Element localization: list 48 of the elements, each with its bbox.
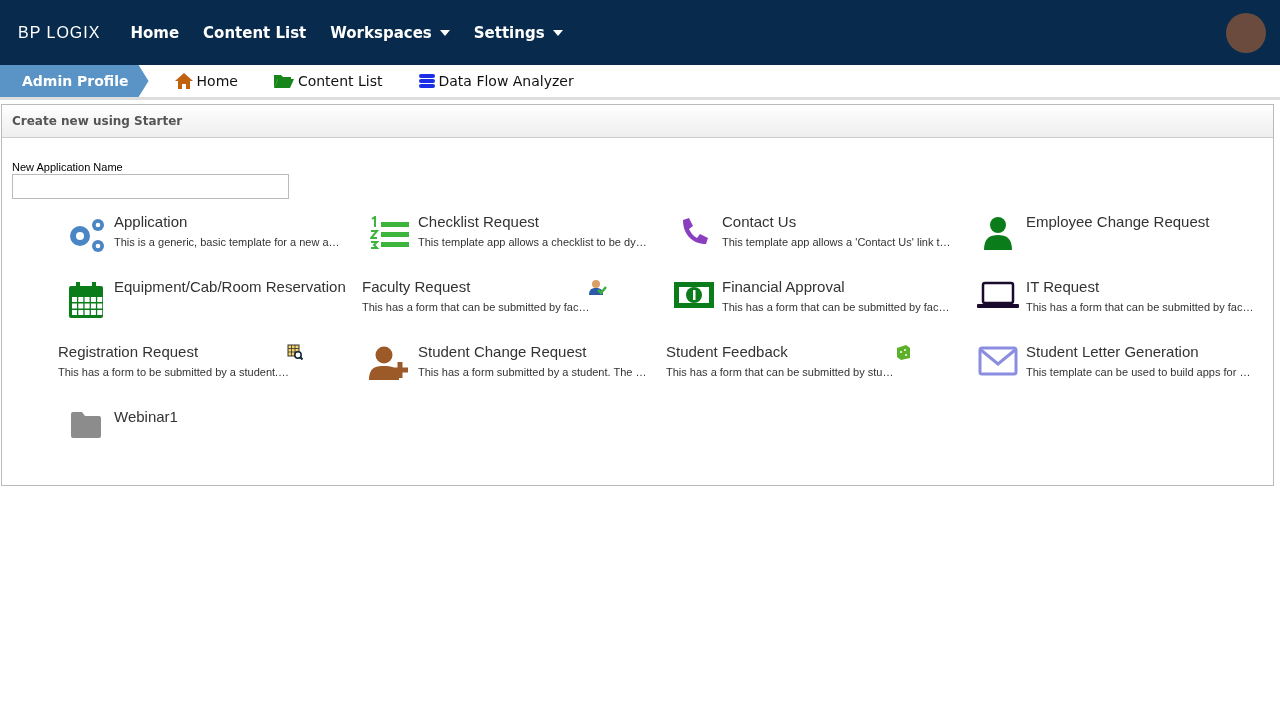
starter-description: This has a form that can be submitted by fac… [1026, 301, 1254, 313]
starter-description: This template app allows a 'Contact Us' link t… [722, 236, 951, 248]
starter-title[interactable]: Registration Request [58, 343, 199, 360]
laptop-icon [977, 281, 1019, 309]
starter-title[interactable]: Application [114, 213, 340, 230]
dice-icon [895, 343, 911, 360]
starter-description: This template app allows a checklist to be dy… [418, 236, 647, 248]
starter-title[interactable]: Contact Us [722, 213, 951, 230]
field-label: New Application Name [12, 161, 124, 173]
starter-title[interactable]: Checklist Request [418, 213, 647, 230]
home-icon [174, 73, 193, 89]
starter-description: This has a form to be submitted by a student.… [58, 366, 291, 378]
breadcrumb-link[interactable]: Content List [273, 73, 383, 89]
caret-icon [552, 29, 563, 36]
starter-description: This has a form submitted by a student. The … [418, 366, 647, 378]
breadcrumb-link[interactable]: Data Flow Analyzer [418, 73, 574, 89]
breadcrumb-link[interactable]: Home [174, 73, 238, 89]
banknote-icon [673, 281, 715, 309]
starter-description: This has a form that can be submitted by fac… [362, 301, 591, 313]
folder-icon [273, 74, 294, 88]
starter-title[interactable]: Webinar1 [114, 408, 178, 425]
user-check-icon [589, 278, 607, 295]
caret-icon [439, 29, 450, 36]
starter-title[interactable]: Employee Change Request [1026, 213, 1210, 230]
menu-item[interactable]: Content List [203, 23, 307, 42]
menu-item[interactable]: Settings [473, 23, 563, 42]
starter-title[interactable]: Faculty Request [362, 278, 471, 295]
calendar-icon [67, 281, 105, 319]
menu-item[interactable]: Workspaces [330, 23, 450, 42]
logo[interactable]: BP LOGIX [18, 21, 101, 44]
starter-description: This has a form that can be submitted by fac… [722, 301, 950, 313]
envelope-icon [978, 346, 1018, 376]
menu-item[interactable]: Home [130, 23, 180, 42]
starter-title[interactable]: Equipment/Cab/Room Reservation [114, 278, 346, 295]
person-icon [983, 216, 1013, 250]
starter-title[interactable]: Student Feedback [666, 343, 788, 360]
database-icon [418, 73, 435, 89]
grid-search-icon [287, 343, 303, 360]
starter-description: This template can be used to build apps for … [1026, 366, 1251, 378]
starter-description: This has a form that can be submitted by stu… [666, 366, 895, 378]
input-field[interactable] [12, 174, 289, 199]
starter-title[interactable]: IT Request [1026, 278, 1254, 295]
starter-title[interactable]: Student Letter Generation [1026, 343, 1251, 360]
starter-title[interactable]: Financial Approval [722, 278, 950, 295]
starter-description: This is a generic, basic template for a new a… [114, 236, 340, 248]
folder-icon [70, 411, 102, 439]
avatar[interactable] [1226, 12, 1266, 53]
starter-title[interactable]: Student Change Request [418, 343, 647, 360]
